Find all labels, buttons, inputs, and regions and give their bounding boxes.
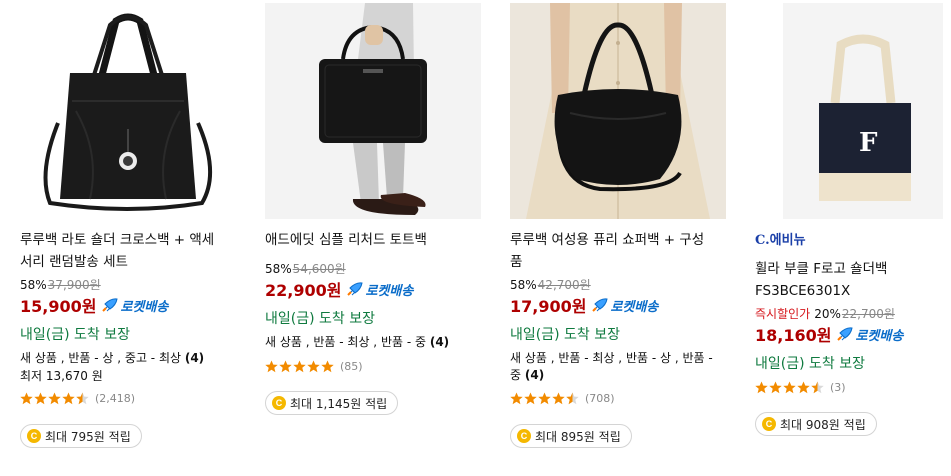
rating: (85) bbox=[265, 360, 363, 373]
star-rating-icon bbox=[510, 392, 582, 405]
reward-points: C 최대 795원 적립 bbox=[20, 424, 142, 448]
product-image[interactable] bbox=[20, 3, 236, 219]
sale-price: 18,160원 bbox=[755, 326, 832, 345]
used-options-count: (4) bbox=[524, 368, 545, 382]
rating: (3) bbox=[755, 381, 846, 394]
rocket-icon bbox=[347, 282, 364, 296]
price-row: 18,160원 로켓배송 bbox=[755, 322, 903, 346]
product-image[interactable] bbox=[265, 3, 481, 219]
product-title[interactable]: 루루백 여성용 퓨리 쇼퍼백 + 구성품 bbox=[510, 229, 715, 273]
reward-label: 최대 895원 적립 bbox=[535, 429, 621, 444]
original-price: 42,700원 bbox=[537, 278, 591, 292]
rocket-icon bbox=[102, 298, 119, 312]
coupang-cash-icon: C bbox=[27, 429, 41, 443]
discount-rate: 58% bbox=[20, 278, 47, 292]
product-title[interactable]: 애드에딧 심플 리처드 토트백 bbox=[265, 229, 470, 251]
product-title[interactable]: 루루백 라토 숄더 크로스백 + 액세서리 랜덤발송 세트 bbox=[20, 229, 225, 273]
original-price: 22,700원 bbox=[841, 307, 895, 321]
coupang-cash-icon: C bbox=[762, 417, 776, 431]
sale-price: 15,900원 bbox=[20, 297, 97, 316]
star-rating-icon bbox=[755, 381, 827, 394]
arrival-guarantee: 내일(금) 도착 보장 bbox=[20, 327, 130, 343]
product-title[interactable]: 휠라 부클 F로고 숄더백 FS3BCE6301X bbox=[755, 258, 951, 302]
discount-rate: 20% bbox=[814, 307, 841, 321]
reward-label: 최대 1,145원 적립 bbox=[290, 396, 388, 411]
rating: (2,418) bbox=[20, 392, 135, 405]
product-image[interactable] bbox=[510, 3, 726, 219]
coupang-cash-icon: C bbox=[517, 429, 531, 443]
arrival-guarantee: 내일(금) 도착 보장 bbox=[265, 311, 375, 327]
review-count: (2,418) bbox=[95, 392, 136, 405]
star-rating-icon bbox=[265, 360, 337, 373]
rocket-delivery-badge: 로켓배송 bbox=[102, 296, 168, 315]
price-row: 22,900원 로켓배송 bbox=[265, 277, 413, 301]
sale-price: 22,900원 bbox=[265, 281, 342, 300]
rocket-icon bbox=[837, 327, 854, 341]
discount-row: 58%37,900원 bbox=[20, 276, 101, 293]
original-price: 37,900원 bbox=[47, 278, 101, 292]
rocket-label: 로켓배송 bbox=[365, 283, 414, 299]
instant-discount-label: 즉시할인가 bbox=[755, 307, 811, 321]
svg-text:F: F bbox=[859, 128, 878, 158]
used-options[interactable]: 새 상품 , 반품 - 최상 , 반품 - 상 , 반품 - 중 (4) bbox=[510, 350, 715, 384]
price-row: 15,900원 로켓배송 bbox=[20, 293, 168, 317]
used-options[interactable]: 새 상품 , 반품 - 상 , 중고 - 최상 (4) bbox=[20, 350, 225, 367]
reward-points: C 최대 908원 적립 bbox=[755, 412, 877, 436]
used-options-count: (4) bbox=[429, 335, 450, 349]
rocket-delivery-badge: 로켓배송 bbox=[347, 280, 413, 299]
price-row: 17,900원 로켓배송 bbox=[510, 293, 658, 317]
reward-label: 최대 908원 적립 bbox=[780, 417, 866, 432]
rocket-delivery-badge: 로켓배송 bbox=[837, 325, 903, 344]
discount-row: 58%54,600원 bbox=[265, 260, 346, 277]
reward-points: C 최대 1,145원 적립 bbox=[265, 391, 399, 415]
coupang-cash-icon: C bbox=[272, 396, 286, 410]
discount-rate: 58% bbox=[265, 262, 292, 276]
arrival-guarantee: 내일(금) 도착 보장 bbox=[755, 356, 865, 372]
rocket-label: 로켓배송 bbox=[120, 299, 169, 315]
review-count: (85) bbox=[340, 360, 363, 373]
review-count: (3) bbox=[830, 381, 846, 394]
arrival-guarantee: 내일(금) 도착 보장 bbox=[510, 327, 620, 343]
used-options[interactable]: 새 상품 , 반품 - 최상 , 반품 - 중 (4) bbox=[265, 334, 470, 351]
rocket-label: 로켓배송 bbox=[610, 299, 659, 315]
reward-label: 최대 795원 적립 bbox=[45, 429, 131, 444]
discount-rate: 58% bbox=[510, 278, 537, 292]
rocket-delivery-badge: 로켓배송 bbox=[592, 296, 658, 315]
used-options-label: 새 상품 , 반품 - 상 , 중고 - 최상 bbox=[20, 351, 185, 365]
sale-price: 17,900원 bbox=[510, 297, 587, 316]
rocket-icon bbox=[592, 298, 609, 312]
discount-row: 즉시할인가 20%22,700원 bbox=[755, 305, 895, 322]
rocket-label: 로켓배송 bbox=[855, 328, 904, 344]
product-image[interactable]: F bbox=[755, 3, 945, 219]
lowest-price: 최저 13,670 원 bbox=[20, 369, 103, 383]
used-options-label: 새 상품 , 반품 - 최상 , 반품 - 중 bbox=[265, 335, 430, 349]
brand-logo: C.에비뉴 bbox=[755, 233, 806, 248]
used-options-count: (4) bbox=[184, 351, 205, 365]
reward-points: C 최대 895원 적립 bbox=[510, 424, 632, 448]
original-price: 54,600원 bbox=[292, 262, 346, 276]
review-count: (708) bbox=[585, 392, 615, 405]
star-rating-icon bbox=[20, 392, 92, 405]
rating: (708) bbox=[510, 392, 615, 405]
discount-row: 58%42,700원 bbox=[510, 276, 591, 293]
